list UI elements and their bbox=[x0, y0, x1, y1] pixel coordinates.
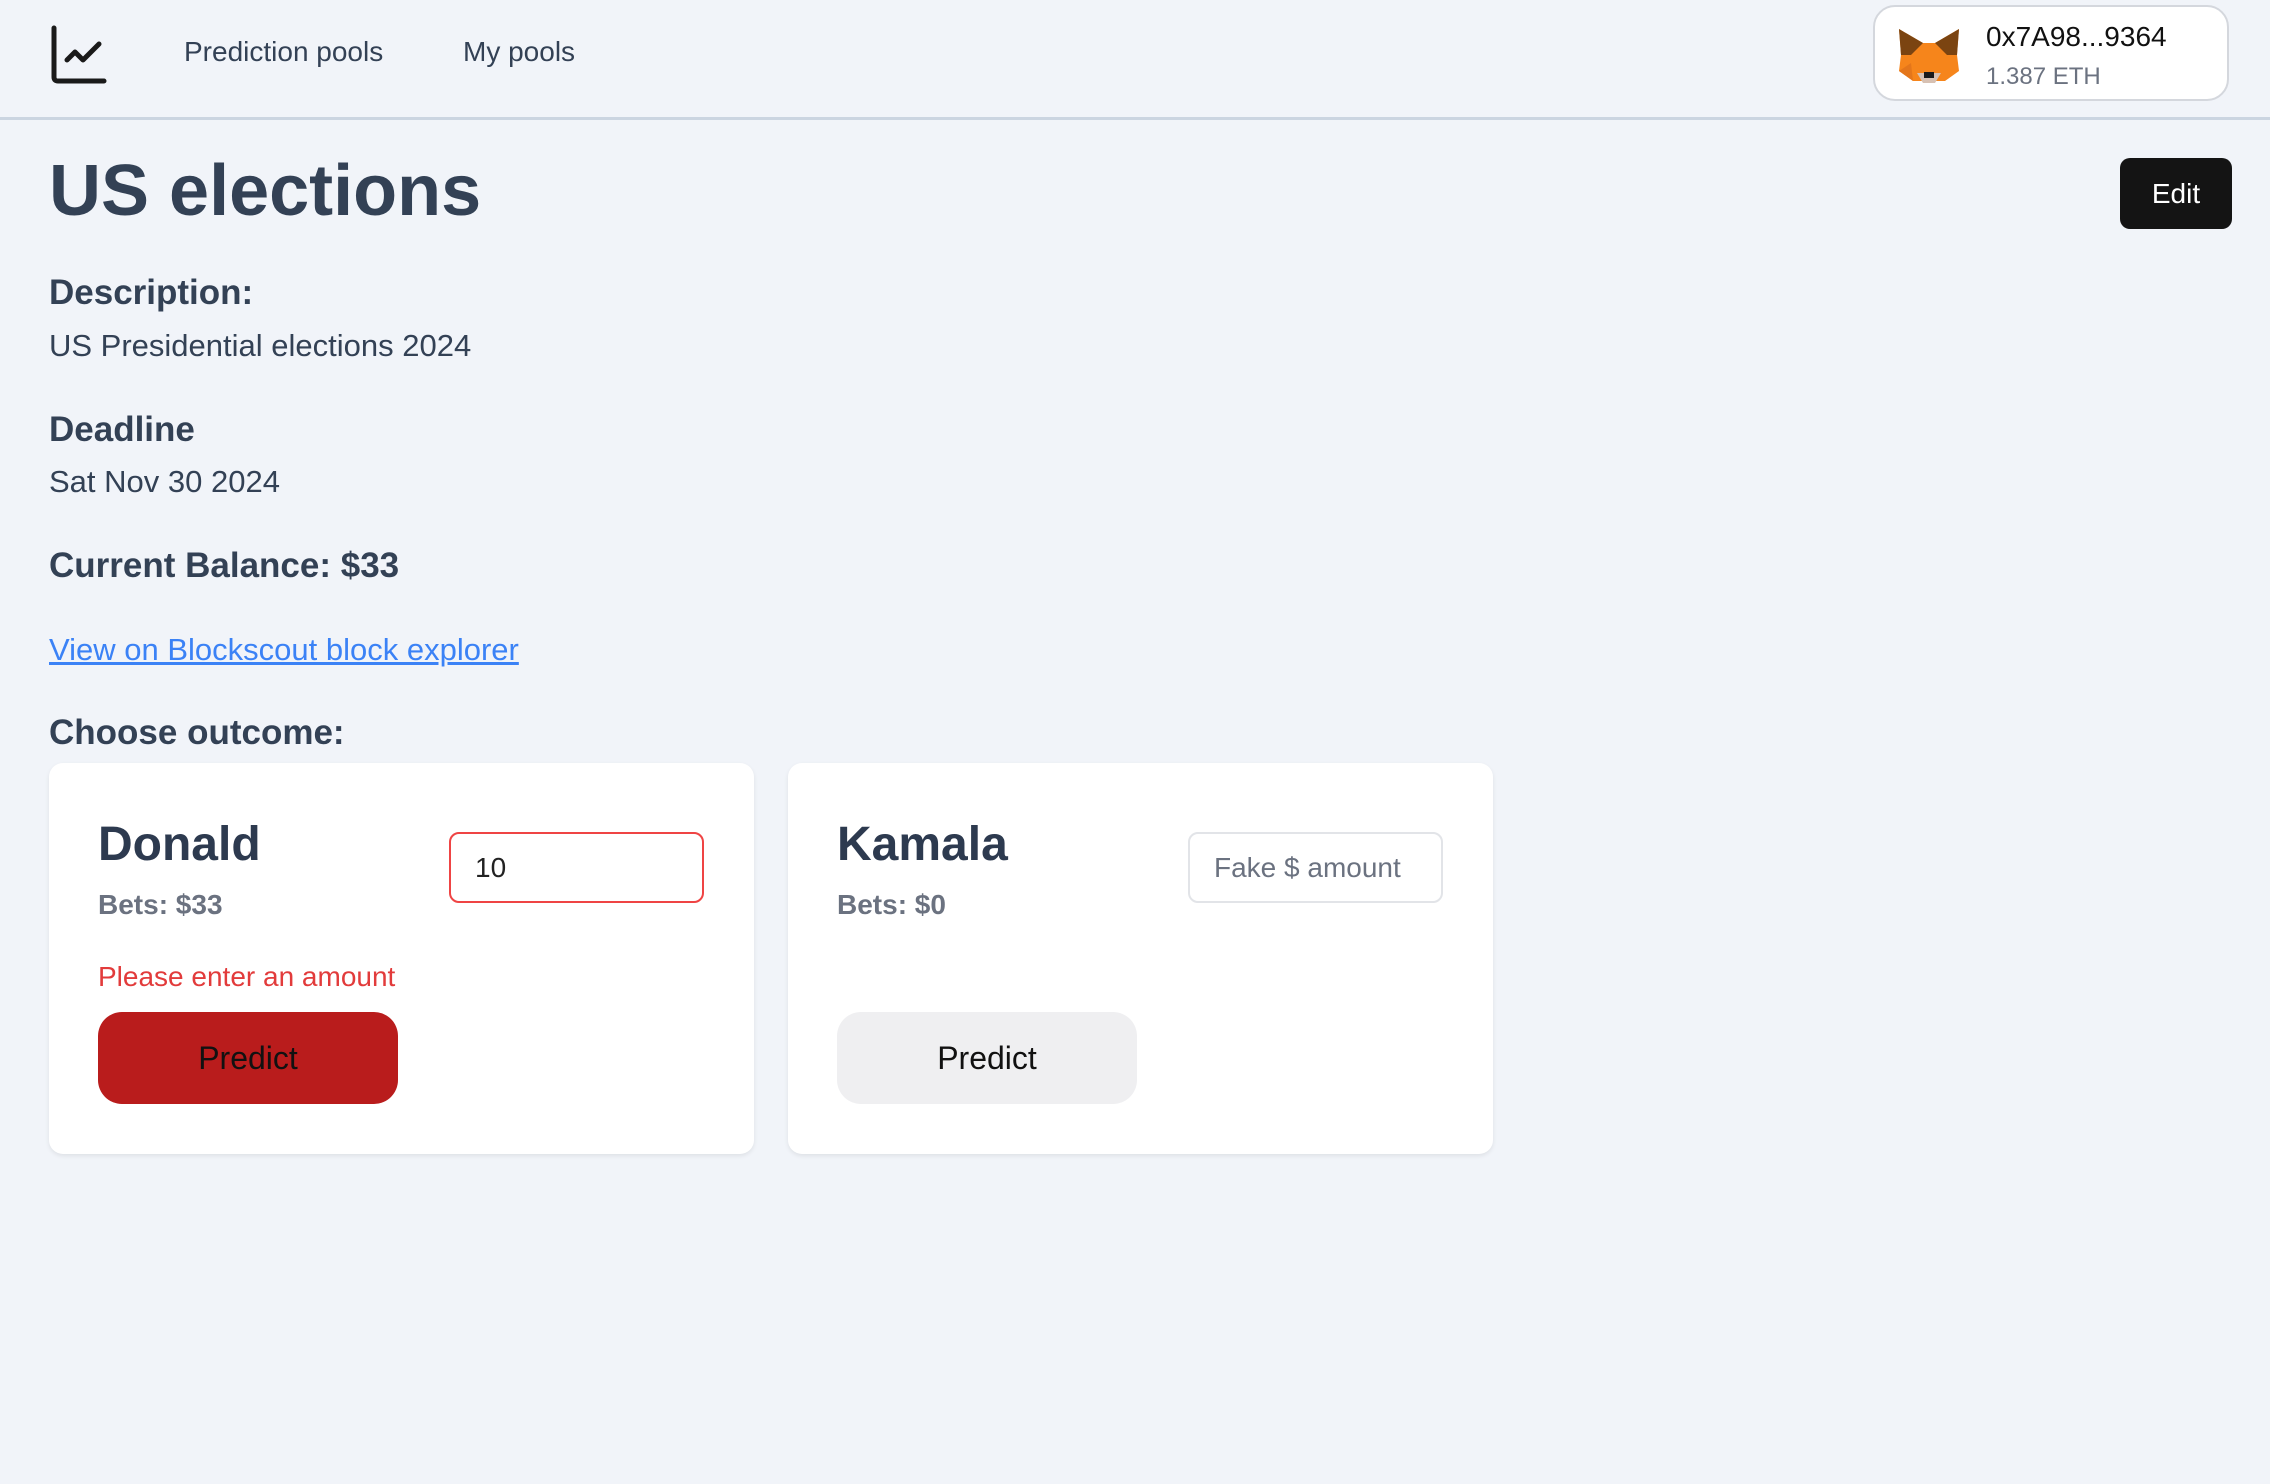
predict-button[interactable]: Predict bbox=[98, 1012, 398, 1104]
outcome-card-donald: Donald Bets: $33 Please enter an amount … bbox=[49, 763, 754, 1154]
metamask-fox-icon bbox=[1899, 29, 1959, 83]
description-label: Description: bbox=[49, 273, 254, 312]
outcome-name: Kamala bbox=[837, 818, 1008, 871]
chart-line-icon bbox=[51, 25, 107, 84]
choose-outcome-label: Choose outcome: bbox=[49, 713, 345, 752]
amount-input[interactable] bbox=[1188, 832, 1443, 903]
wallet-address: 0x7A98...9364 bbox=[1986, 21, 2167, 52]
outcome-bets: Bets: $33 bbox=[98, 889, 223, 920]
nav-prediction-pools[interactable]: Prediction pools bbox=[184, 36, 383, 68]
blockscout-explorer-link[interactable]: View on Blockscout block explorer bbox=[49, 632, 519, 668]
page-title: US elections bbox=[49, 151, 482, 231]
error-message: Please enter an amount bbox=[98, 961, 396, 992]
edit-button[interactable]: Edit bbox=[2120, 158, 2232, 229]
wallet-balance: 1.387 ETH bbox=[1986, 63, 2101, 90]
deadline-value: Sat Nov 30 2024 bbox=[49, 464, 280, 499]
outcome-bets: Bets: $0 bbox=[837, 889, 946, 920]
nav-my-pools[interactable]: My pools bbox=[463, 36, 575, 68]
description-value: US Presidential elections 2024 bbox=[49, 328, 472, 363]
wallet-button[interactable]: 0x7A98...9364 1.387 ETH bbox=[1873, 5, 2229, 101]
amount-input[interactable] bbox=[449, 832, 704, 903]
deadline-label: Deadline bbox=[49, 410, 195, 449]
top-nav-bar: Prediction pools My pools 0x7A98...9364 … bbox=[0, 0, 2270, 120]
outcome-card-kamala: Kamala Bets: $0 Predict bbox=[788, 763, 1493, 1154]
logo-button[interactable] bbox=[40, 14, 126, 100]
outcome-name: Donald bbox=[98, 818, 261, 871]
current-balance: Current Balance: $33 bbox=[49, 546, 400, 585]
predict-button[interactable]: Predict bbox=[837, 1012, 1137, 1104]
